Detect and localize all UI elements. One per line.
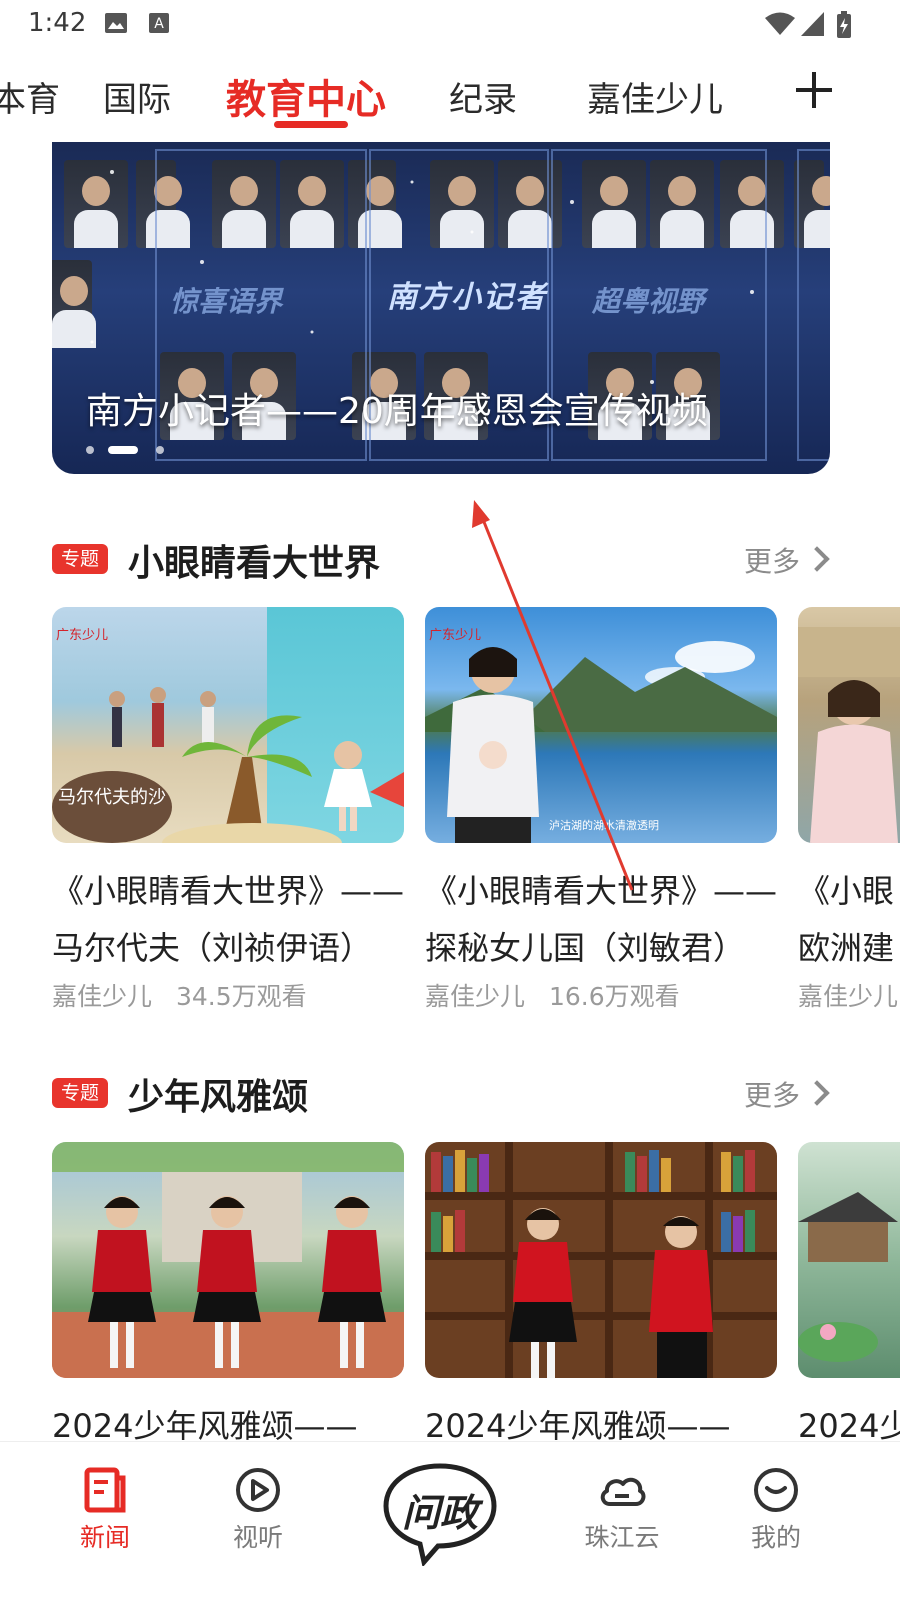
video-thumbnail[interactable] (52, 1142, 404, 1378)
nav-audiovisual[interactable]: 视听 (198, 1442, 318, 1601)
card-title[interactable]: 2024少 (798, 1398, 900, 1442)
banner-side-text-left: 惊喜语界 (170, 285, 283, 318)
banner-caption: 南方小记者——20周年感恩会宣传视频 (86, 391, 708, 432)
section-title: 小眼睛看大世界 (128, 543, 381, 584)
topic-badge: 专题 (52, 1078, 108, 1108)
more-link[interactable]: 更多 (744, 1074, 800, 1114)
svg-text:A: A (154, 16, 164, 32)
card-meta: 嘉佳少儿 16.6万观看 (425, 977, 680, 1013)
nav-label: 视听 (232, 1523, 283, 1552)
carousel-dot-active (108, 446, 138, 454)
wifi-icon (765, 12, 795, 35)
chevron-right-icon[interactable] (804, 546, 830, 572)
card-channel: 嘉佳少儿 (798, 982, 899, 1011)
nav-wenzheng[interactable]: 问政 (380, 1458, 500, 1566)
image-notification-icon (105, 13, 127, 33)
nav-label: 珠江云 (584, 1523, 660, 1552)
card-title[interactable]: 2024少年风雅颂—— (52, 1398, 412, 1442)
thumbnail-caption: 泸沽湖的湖水清澈透明 (549, 818, 659, 832)
tab-education-center[interactable]: 教育中心 (226, 67, 386, 125)
status-bar: 1:42 A (0, 0, 900, 48)
section-title: 少年风雅颂 (128, 1077, 309, 1118)
hero-banner[interactable]: 惊喜语界 南方小记者 超粤视野 南方小记者——20周年感恩会宣传视频 (52, 142, 830, 474)
card-title[interactable]: 《小眼睛看大世界》—— 探秘女儿国（刘敏君） (425, 863, 785, 977)
card-title[interactable]: 《小眼 欧洲建 (798, 863, 900, 977)
section-header: 专题 小眼睛看大世界 更多 (52, 530, 842, 590)
topic-badge: 专题 (52, 544, 108, 574)
tab-sports[interactable]: 本育 (0, 72, 60, 121)
banner-center-logo: 南方小记者 (387, 280, 547, 315)
thumbnail-caption: 马尔代夫的沙 (58, 787, 166, 808)
card-channel: 嘉佳少儿 (425, 982, 526, 1011)
pavilion-scene (798, 1192, 898, 1362)
banner-side-text-right: 超粤视野 (592, 285, 705, 318)
bookshelf-scene (425, 1142, 777, 1378)
cell-signal-icon (801, 12, 824, 36)
europe-scene (798, 627, 900, 843)
card-title[interactable]: 2024少年风雅颂—— (425, 1398, 785, 1442)
lake-scene: 广东少儿 泸沽湖的湖水清澈透明 (425, 628, 777, 843)
nav-label: 问政 (401, 1491, 478, 1535)
nav-news[interactable]: 新闻 (45, 1442, 165, 1601)
nav-label: 我的 (750, 1523, 801, 1552)
cloud-icon (600, 1477, 646, 1506)
card-channel: 嘉佳少儿 (52, 982, 153, 1011)
svg-text:广东少儿: 广东少儿 (429, 628, 481, 643)
video-thumbnail[interactable]: 广东少儿 马尔代夫的沙 (52, 607, 404, 843)
video-thumbnail[interactable] (425, 1142, 777, 1378)
tab-jiajia-kids[interactable]: 嘉佳少儿 (587, 72, 723, 121)
add-channel-icon[interactable] (794, 70, 834, 110)
card-row: 广东少儿 马尔代夫的沙 《小眼睛看大世界》—— 马尔代夫（刘祯伊语） 嘉佳少儿 … (52, 607, 900, 1027)
nav-label: 新闻 (79, 1523, 130, 1552)
card-meta: 嘉佳少儿 (798, 977, 898, 1013)
carousel-dot (86, 446, 94, 454)
keyboard-notification-icon: A (149, 13, 169, 33)
video-thumbnail[interactable]: 广东少儿 泸沽湖的湖水清澈透明 (425, 607, 777, 843)
school-scene (52, 1142, 404, 1378)
carousel-dot (156, 446, 164, 454)
nav-pearl-river-cloud[interactable]: 珠江云 (562, 1442, 682, 1601)
tab-international[interactable]: 国际 (103, 72, 171, 121)
channel-tabs: 本育 国际 教育中心 纪录 嘉佳少儿 (0, 62, 900, 134)
card-meta: 嘉佳少儿 34.5万观看 (52, 977, 307, 1013)
card-row: 2024少年风雅颂—— 2024少年风雅颂—— 2024少 (52, 1142, 900, 1442)
video-thumbnail[interactable] (798, 1142, 900, 1378)
bottom-navigation: 新闻 视听 问政 珠江云 我的 (0, 1441, 900, 1601)
more-link[interactable]: 更多 (744, 540, 800, 580)
video-thumbnail[interactable] (798, 607, 900, 843)
active-tab-indicator (274, 121, 348, 128)
play-icon (236, 1468, 280, 1512)
card-views: 34.5万观看 (175, 982, 307, 1011)
card-views: 16.6万观看 (548, 982, 680, 1011)
chevron-right-icon[interactable] (804, 1080, 830, 1106)
section-header: 专题 少年风雅颂 更多 (52, 1064, 842, 1124)
svg-text:广东少儿: 广东少儿 (56, 628, 108, 643)
news-icon (84, 1467, 126, 1513)
card-title[interactable]: 《小眼睛看大世界》—— 马尔代夫（刘祯伊语） (52, 863, 412, 977)
tab-documentary[interactable]: 纪录 (449, 72, 517, 121)
battery-icon (837, 11, 851, 38)
profile-icon (754, 1468, 798, 1512)
nav-profile[interactable]: 我的 (716, 1442, 836, 1601)
status-time: 1:42 (28, 8, 87, 38)
